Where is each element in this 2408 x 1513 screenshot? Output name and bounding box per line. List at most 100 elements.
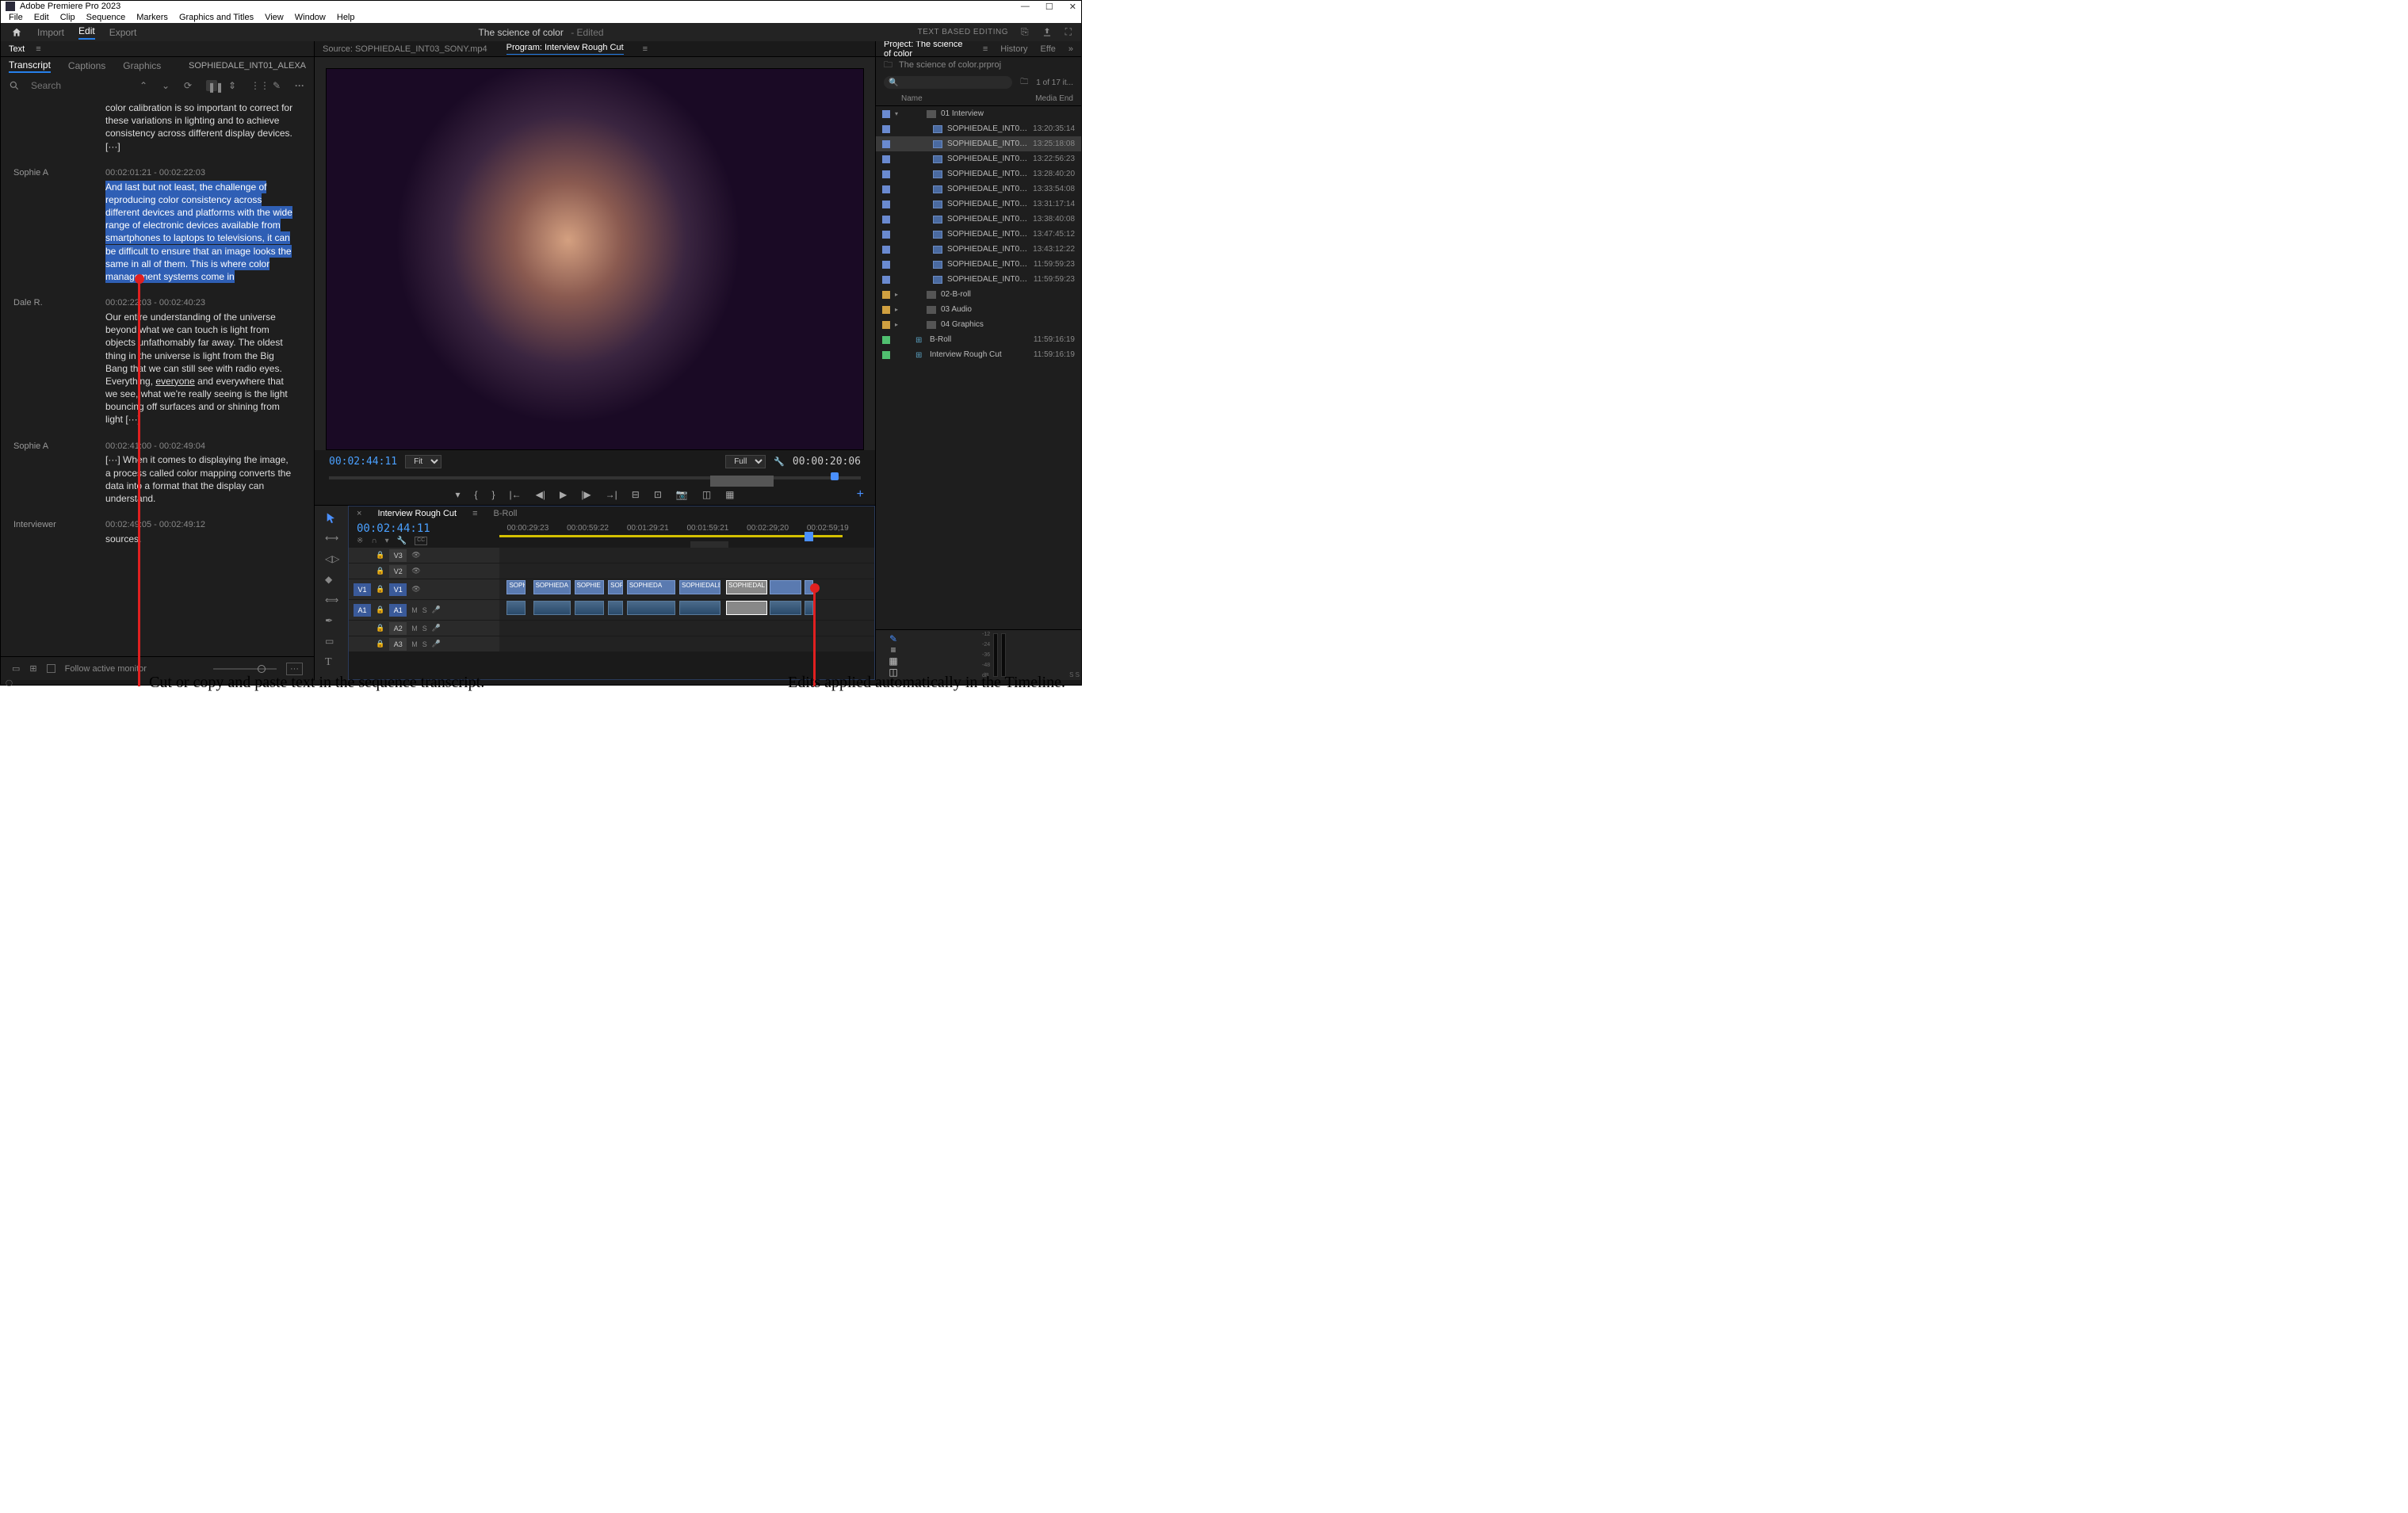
label-chip[interactable] bbox=[882, 155, 890, 163]
menu-sequence[interactable]: Sequence bbox=[86, 13, 126, 22]
zoom-slider[interactable] bbox=[213, 668, 277, 670]
more-icon[interactable]: ··· bbox=[295, 80, 306, 91]
left-timecode[interactable]: 00:02:44:11 bbox=[329, 456, 397, 468]
mark-out-icon[interactable]: } bbox=[492, 489, 495, 500]
cc-icon[interactable]: ◯ bbox=[6, 679, 13, 686]
project-item[interactable]: SOPHIEDALE_INT02_A13:28:40:20 bbox=[876, 166, 1081, 181]
resolution-select[interactable]: Full bbox=[725, 455, 766, 468]
label-chip[interactable] bbox=[882, 231, 890, 239]
hand-tool-icon[interactable]: ▭ bbox=[325, 636, 338, 648]
transcript-text[interactable]: And last but not least, the challenge of… bbox=[105, 181, 292, 283]
transcript-text[interactable]: Our entire understanding of the universe… bbox=[105, 311, 293, 426]
compare-icon[interactable]: ◫ bbox=[702, 489, 711, 500]
marker-add-icon[interactable]: ▾ bbox=[455, 489, 460, 500]
scrub-bar[interactable] bbox=[329, 472, 861, 483]
project-item[interactable]: ⊞Interview Rough Cut11:59:16:19 bbox=[876, 347, 1081, 362]
timeline-clip[interactable]: SOPHIEDA bbox=[627, 580, 675, 594]
timeline-clip[interactable]: SOPHI bbox=[506, 580, 526, 594]
fullscreen-icon[interactable]: ⛶ bbox=[1065, 26, 1072, 38]
timeline-timecode[interactable]: 00:02:44:11 bbox=[357, 522, 491, 535]
project-item[interactable]: SOPHIEDALE_INT01_C13:25:18:08 bbox=[876, 136, 1081, 151]
transcript-search-input[interactable] bbox=[31, 80, 86, 91]
sub-tab-captions[interactable]: Captions bbox=[68, 60, 105, 71]
extract-icon[interactable]: ⊡ bbox=[654, 489, 662, 500]
add-button-icon[interactable]: + bbox=[857, 487, 864, 502]
transcript-entry[interactable]: Sophie A00:02:01:21 - 00:02:22:03And las… bbox=[13, 167, 301, 283]
project-item[interactable]: SOPHIEDALE_INT03_IP11:59:59:23 bbox=[876, 272, 1081, 287]
expand-arrow-icon[interactable]: ▾ bbox=[895, 110, 901, 117]
expand-arrow-icon[interactable]: ▸ bbox=[895, 291, 901, 298]
label-chip[interactable] bbox=[882, 261, 890, 269]
right-timecode[interactable]: 00:00:20:06 bbox=[793, 456, 861, 468]
panel-menu-icon[interactable]: ≡ bbox=[36, 44, 40, 54]
share-icon[interactable] bbox=[1042, 27, 1053, 38]
timeline-audio-clip[interactable] bbox=[726, 601, 767, 615]
source-tab[interactable]: Source: SOPHIEDALE_INT03_SONY.mp4 bbox=[323, 44, 487, 54]
mark-in-icon[interactable]: { bbox=[475, 489, 478, 500]
split-icon[interactable]: ⋮⋮ bbox=[250, 80, 262, 91]
project-item[interactable]: SOPHIEDALE_INT01_A13:20:35:14 bbox=[876, 121, 1081, 136]
timeline-audio-clip[interactable] bbox=[679, 601, 720, 615]
timeline-clip[interactable] bbox=[770, 580, 801, 594]
razor-tool-icon[interactable]: ◆ bbox=[325, 574, 338, 586]
step-fwd-icon[interactable]: |▶ bbox=[581, 489, 591, 500]
label-chip[interactable] bbox=[882, 216, 890, 224]
track-select-tool-icon[interactable]: ⟷ bbox=[325, 533, 338, 545]
follow-checkbox[interactable] bbox=[47, 664, 55, 673]
timeline-audio-clip[interactable] bbox=[533, 601, 571, 615]
project-item[interactable]: SOPHIEDALE_INT03_A13:38:40:08 bbox=[876, 212, 1081, 227]
cc-icon[interactable]: CC bbox=[415, 537, 427, 545]
timeline-audio-clip[interactable] bbox=[770, 601, 801, 615]
workspace-import[interactable]: Import bbox=[37, 27, 64, 38]
col-media-end[interactable]: Media End bbox=[1035, 94, 1073, 103]
quick-export-icon[interactable]: ⎘ bbox=[1021, 26, 1029, 38]
snap-icon[interactable]: ※ bbox=[357, 537, 363, 545]
seq-menu-icon[interactable]: ≡ bbox=[472, 509, 477, 518]
ripple-tool-icon[interactable]: ◁▷ bbox=[325, 553, 338, 566]
fx-icon[interactable]: ✎ bbox=[889, 633, 897, 644]
slip-tool-icon[interactable]: ⟺ bbox=[325, 594, 338, 607]
transcript-body[interactable]: color calibration is so important to cor… bbox=[1, 97, 314, 656]
overflow-icon[interactable]: » bbox=[1068, 44, 1073, 54]
label-chip[interactable] bbox=[882, 306, 890, 314]
timeline-audio-clip[interactable] bbox=[805, 601, 812, 615]
label-chip[interactable] bbox=[882, 170, 890, 178]
transcript-text[interactable]: color calibration is so important to cor… bbox=[105, 101, 293, 153]
program-menu-icon[interactable]: ≡ bbox=[643, 44, 648, 54]
work-area-bar[interactable] bbox=[499, 535, 843, 537]
project-list[interactable]: ▾01 InterviewSOPHIEDALE_INT01_A13:20:35:… bbox=[876, 106, 1081, 629]
timeline-clip[interactable]: SOPHIEDAL bbox=[608, 580, 623, 594]
settings-icon[interactable]: 🔧 bbox=[397, 537, 407, 545]
timeline-audio-clip[interactable] bbox=[627, 601, 675, 615]
timeline-tab-broll[interactable]: B-Roll bbox=[494, 509, 518, 518]
type-tool-icon[interactable]: T bbox=[325, 656, 338, 669]
transcript-entry[interactable]: color calibration is so important to cor… bbox=[13, 101, 301, 153]
menu-edit[interactable]: Edit bbox=[34, 13, 49, 22]
label-chip[interactable] bbox=[882, 321, 890, 329]
overlay-icon[interactable]: ▦ bbox=[725, 489, 734, 500]
go-out-icon[interactable]: →| bbox=[606, 489, 617, 500]
export-frame-icon[interactable]: 📷 bbox=[676, 489, 688, 500]
project-item[interactable]: ▸02-B-roll bbox=[876, 287, 1081, 302]
timeline-clip[interactable]: SOPHIEDALE_ bbox=[679, 580, 720, 594]
close-seq-icon[interactable]: × bbox=[357, 509, 361, 518]
text-based-editing-button[interactable]: TEXT BASED EDITING bbox=[918, 28, 1008, 36]
menu-file[interactable]: File bbox=[9, 13, 23, 22]
project-menu-icon[interactable]: ≡ bbox=[983, 44, 988, 54]
timeline-clip[interactable]: SOPHIEDA bbox=[533, 580, 571, 594]
settings-icon[interactable]: 🔧 bbox=[774, 457, 785, 467]
label-chip[interactable] bbox=[882, 291, 890, 299]
label-chip[interactable] bbox=[882, 336, 890, 344]
transcript-text[interactable]: [···] When it comes to displaying the im… bbox=[105, 453, 293, 505]
pause-detect-icon[interactable]: ❚❚ bbox=[206, 80, 217, 91]
meter-solo[interactable]: S S bbox=[1068, 670, 1081, 680]
bin-icon[interactable]: 🗀 bbox=[884, 58, 892, 73]
project-tab[interactable]: Project: The science of color bbox=[884, 41, 970, 59]
menu-view[interactable]: View bbox=[265, 13, 284, 22]
project-item[interactable]: SOPHIEDALE_INT03_S13:43:12:22 bbox=[876, 242, 1081, 257]
list-view-icon[interactable]: ≡ bbox=[890, 644, 896, 655]
lock-icon[interactable]: 🔒 bbox=[376, 551, 384, 560]
go-in-icon[interactable]: |← bbox=[510, 489, 522, 500]
timeline-audio-clip[interactable] bbox=[506, 601, 526, 615]
scrub-playhead[interactable] bbox=[831, 472, 839, 480]
